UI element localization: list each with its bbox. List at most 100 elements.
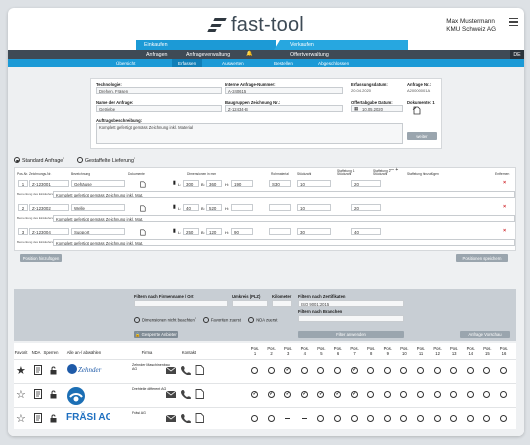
position-checkbox[interactable] bbox=[383, 415, 391, 422]
row-bemerkung-input[interactable]: Komplett gefertigt gemäss Zeichnung inkl… bbox=[53, 238, 515, 246]
step-abgeschlossen[interactable]: Abgeschlossen bbox=[318, 61, 349, 66]
position-checkbox[interactable] bbox=[367, 415, 375, 422]
row-bezeichnung-input[interactable]: Gehäuse bbox=[71, 180, 125, 187]
row-staffelung2-input[interactable]: 20 bbox=[351, 204, 381, 211]
row-staffelung2-input[interactable]: 40 bbox=[351, 228, 381, 235]
star-outline-icon[interactable]: ☆ bbox=[16, 388, 26, 401]
row-delete-icon[interactable]: × bbox=[503, 228, 506, 234]
position-selected-checkbox[interactable] bbox=[300, 391, 308, 398]
position-checkbox[interactable] bbox=[267, 367, 275, 374]
position-checkbox[interactable] bbox=[417, 415, 424, 422]
row-bezeichnung-input[interactable]: Support bbox=[71, 228, 125, 235]
standard-radio[interactable] bbox=[14, 157, 20, 164]
gestaffelt-radio[interactable] bbox=[76, 157, 83, 164]
email-icon[interactable] bbox=[166, 415, 176, 422]
position-checkbox[interactable] bbox=[367, 367, 375, 374]
row-zeichnung-input[interactable]: Z-123002 bbox=[29, 204, 69, 211]
row-b-input[interactable]: 360 bbox=[206, 180, 222, 187]
row-stueckzahl-input[interactable]: 10 bbox=[297, 204, 331, 211]
star-outline-icon[interactable]: ☆ bbox=[16, 412, 26, 425]
row-dimension-toggle-icon[interactable]: ▮ bbox=[173, 180, 176, 186]
position-checkbox[interactable] bbox=[417, 367, 424, 374]
row-staffelung2-input[interactable]: 20 bbox=[351, 180, 381, 187]
position-checkbox[interactable] bbox=[433, 391, 441, 398]
position-checkbox[interactable] bbox=[251, 415, 258, 422]
nda-document-icon[interactable] bbox=[34, 389, 42, 399]
position-checkbox[interactable] bbox=[400, 367, 408, 374]
nav-offertverwaltung[interactable]: Offertverwaltung bbox=[290, 52, 329, 58]
bell-icon[interactable]: 🔔 bbox=[246, 51, 253, 57]
position-checkbox[interactable] bbox=[400, 391, 408, 398]
gesperrte-anbieter-button[interactable]: 🔒 Gesperrte Anbieter bbox=[134, 331, 178, 338]
nda-document-icon[interactable] bbox=[34, 365, 42, 375]
unlock-icon[interactable] bbox=[50, 414, 57, 423]
position-checkbox[interactable] bbox=[251, 367, 258, 374]
row-dimension-toggle-icon[interactable]: ▮ bbox=[173, 204, 176, 210]
position-checkbox[interactable] bbox=[450, 367, 458, 374]
row-bemerkung-input[interactable]: Komplett gefertigt gemäss Zeichnung inkl… bbox=[53, 190, 515, 198]
row-b-input[interactable]: 120 bbox=[206, 228, 222, 235]
add-position-button[interactable]: Position hinzufügen bbox=[20, 254, 62, 262]
document-upload-icon[interactable] bbox=[412, 106, 421, 115]
row-document-icon[interactable] bbox=[139, 180, 146, 188]
row-b-input[interactable]: 520 bbox=[206, 204, 222, 211]
row-stueckzahl-input[interactable]: 10 bbox=[297, 180, 331, 187]
unlock-icon[interactable] bbox=[50, 366, 57, 375]
position-checkbox[interactable] bbox=[350, 415, 358, 422]
position-checkbox[interactable] bbox=[317, 415, 325, 422]
position-checkbox[interactable] bbox=[334, 415, 341, 422]
position-selected-checkbox[interactable] bbox=[334, 391, 341, 398]
name-field[interactable]: Getriebe bbox=[96, 105, 222, 112]
unlock-icon[interactable] bbox=[50, 390, 57, 399]
position-checkbox[interactable] bbox=[417, 391, 424, 398]
row-rohmaterial-input[interactable] bbox=[269, 228, 291, 235]
position-checkbox[interactable] bbox=[466, 367, 474, 374]
position-selected-checkbox[interactable] bbox=[267, 391, 275, 398]
email-icon[interactable] bbox=[166, 391, 176, 398]
document-icon[interactable] bbox=[195, 413, 204, 423]
position-checkbox[interactable] bbox=[300, 367, 308, 374]
anfrage-vorschau-button[interactable]: Anfrage Vorschau bbox=[460, 331, 510, 338]
position-selected-checkbox[interactable] bbox=[284, 367, 292, 374]
position-checkbox[interactable] bbox=[450, 391, 458, 398]
position-checkbox[interactable] bbox=[433, 415, 441, 422]
nav-verkaufen[interactable]: Verkaufen bbox=[274, 40, 408, 50]
row-zeichnung-input[interactable]: Z-123004 bbox=[29, 228, 69, 235]
position-checkbox[interactable] bbox=[500, 367, 507, 374]
position-checkbox[interactable] bbox=[433, 367, 441, 374]
row-delete-icon[interactable]: × bbox=[503, 204, 506, 210]
row-document-icon[interactable] bbox=[139, 228, 146, 236]
nav-einkaufen[interactable]: Einkaufen bbox=[136, 40, 276, 50]
staffelung-stepper[interactable]: — + bbox=[389, 167, 398, 173]
phone-icon[interactable] bbox=[181, 365, 191, 375]
position-selected-checkbox[interactable] bbox=[317, 391, 325, 398]
user-info[interactable]: Max Mustermann KMU Schweiz AG bbox=[446, 18, 496, 34]
row-rohmaterial-input[interactable] bbox=[269, 204, 291, 211]
filter-umkreis-input[interactable] bbox=[232, 300, 268, 307]
position-checkbox[interactable] bbox=[317, 367, 325, 374]
document-icon[interactable] bbox=[195, 365, 204, 375]
row-delete-icon[interactable]: × bbox=[503, 180, 506, 186]
baugruppen-field[interactable]: Z-12434-B bbox=[225, 105, 343, 112]
row-zeichnung-input[interactable]: Z-123001 bbox=[29, 180, 69, 187]
position-checkbox[interactable] bbox=[334, 367, 341, 374]
document-icon[interactable] bbox=[195, 389, 204, 399]
step-auswerten[interactable]: Auswerten bbox=[222, 61, 244, 66]
anfrage-nummer-field[interactable]: A-240615 bbox=[225, 87, 343, 94]
dim-ignore-radio[interactable] bbox=[134, 317, 140, 324]
position-selected-checkbox[interactable] bbox=[284, 391, 292, 398]
position-checkbox[interactable] bbox=[383, 391, 391, 398]
row-bemerkung-input[interactable]: Komplett gefertigt gemäss Zeichnung inkl… bbox=[53, 214, 515, 222]
row-rohmaterial-input[interactable]: S30 bbox=[269, 180, 291, 187]
position-selected-checkbox[interactable] bbox=[350, 367, 358, 374]
position-checkbox[interactable] bbox=[400, 415, 408, 422]
position-checkbox[interactable] bbox=[466, 415, 474, 422]
favoriten-radio[interactable] bbox=[202, 317, 209, 324]
phone-icon[interactable] bbox=[181, 389, 191, 399]
weiter-button[interactable]: weiter bbox=[407, 132, 437, 140]
hamburger-menu-icon[interactable] bbox=[509, 18, 518, 28]
position-checkbox[interactable] bbox=[483, 391, 491, 398]
filter-anwenden-button[interactable]: Filter anwenden bbox=[298, 331, 404, 338]
save-positions-button[interactable]: Positionen speichern bbox=[456, 254, 508, 262]
row-l-input[interactable]: 40 bbox=[183, 204, 199, 211]
